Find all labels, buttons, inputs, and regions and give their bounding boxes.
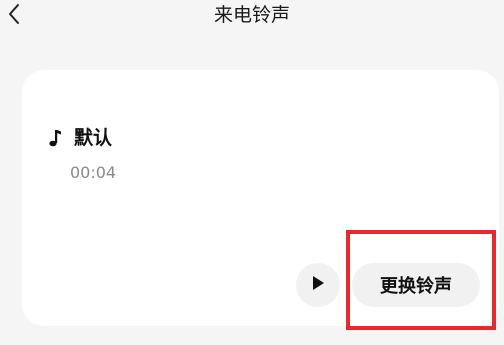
ringtone-name: 默认 bbox=[74, 127, 113, 149]
header: 来电铃声 bbox=[0, 0, 504, 36]
ringtone-card: 默认 00:04 更换铃声 bbox=[22, 70, 499, 326]
play-button[interactable] bbox=[296, 263, 340, 307]
ringtone-duration: 00:04 bbox=[70, 163, 117, 182]
play-icon bbox=[310, 274, 326, 296]
page-title: 来电铃声 bbox=[213, 4, 290, 26]
ringtone-row: 默认 bbox=[48, 126, 112, 150]
change-ringtone-button[interactable]: 更换铃声 bbox=[352, 263, 480, 307]
music-note-icon bbox=[48, 127, 62, 149]
